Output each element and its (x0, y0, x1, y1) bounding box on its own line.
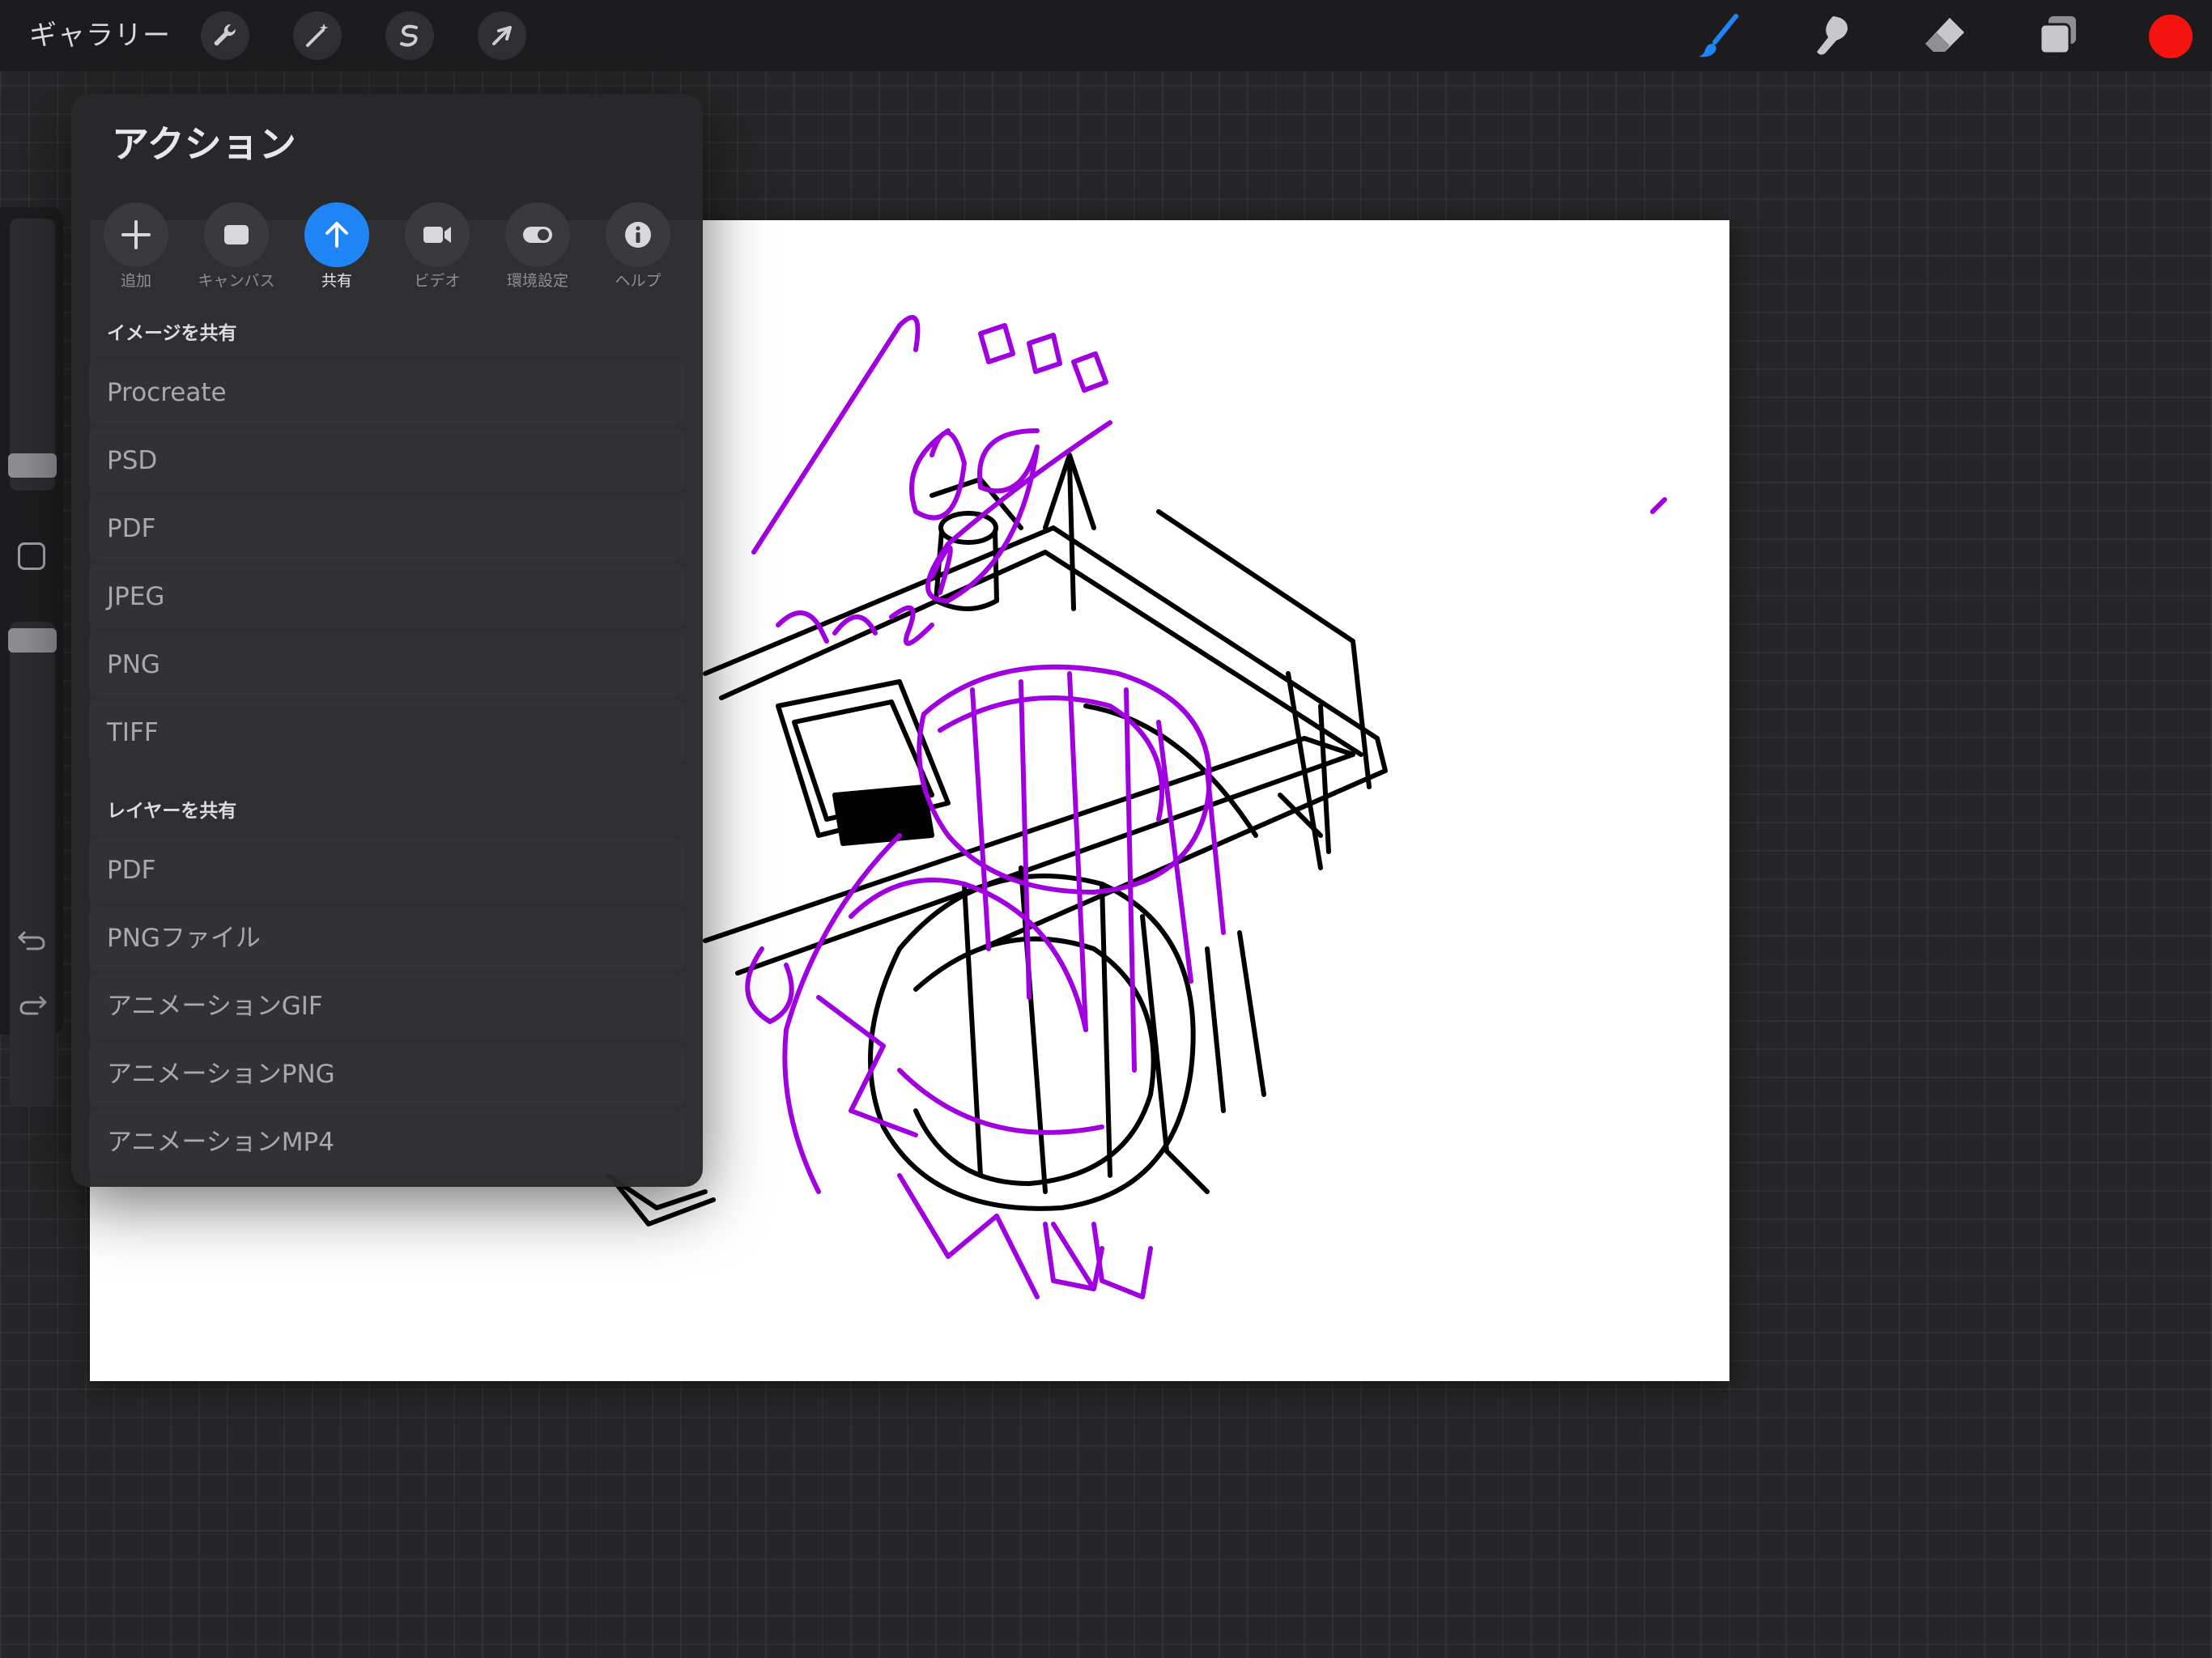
row-label: PDF (107, 514, 156, 543)
share-image-header: イメージを共有 (107, 323, 237, 344)
color-picker-button[interactable] (2149, 15, 2193, 58)
wrench-icon[interactable] (201, 11, 249, 60)
magic-wand-icon[interactable] (293, 11, 342, 60)
undo-icon[interactable] (16, 923, 49, 955)
row-label: JPEG (107, 582, 165, 611)
row-label: PNGファイル (107, 924, 261, 953)
share-layers-header: レイヤーを共有 (107, 801, 237, 822)
brush-size-slider-thumb[interactable] (8, 453, 57, 478)
plus-icon (121, 220, 151, 249)
eraser-icon[interactable] (1921, 11, 1969, 60)
top-toolbar: ギャラリー (0, 0, 2212, 71)
tab-label: 環境設定 (506, 272, 568, 290)
share-layers-png-files[interactable]: PNGファイル (89, 907, 685, 970)
brush-size-slider[interactable] (8, 219, 57, 491)
modify-button[interactable] (18, 542, 45, 570)
share-layers-animated-png[interactable]: アニメーションPNG (89, 1043, 685, 1106)
share-arrow-icon (325, 222, 348, 248)
info-icon (625, 222, 651, 248)
tab-share[interactable]: 共有 (292, 202, 381, 291)
panel-title: アクション (112, 122, 296, 166)
share-layers-pdf[interactable]: PDF (89, 839, 685, 902)
share-image-pdf[interactable]: PDF (89, 497, 685, 560)
brush-icon[interactable] (1695, 11, 1744, 60)
smudge-icon[interactable] (1807, 11, 1856, 60)
row-label: PSD (107, 446, 158, 475)
tab-label: ビデオ (414, 272, 461, 290)
row-label: PDF (107, 856, 156, 885)
row-label: アニメーションPNG (107, 1060, 335, 1089)
redo-icon[interactable] (16, 988, 49, 1020)
toggle-icon (523, 227, 552, 243)
share-layers-animated-gif[interactable]: アニメーションGIF (89, 975, 685, 1038)
row-label: Procreate (107, 378, 227, 407)
tab-label: 追加 (120, 272, 151, 290)
video-camera-icon (423, 227, 451, 243)
tab-preferences[interactable]: 環境設定 (493, 202, 582, 291)
share-image-jpeg[interactable]: JPEG (89, 565, 685, 628)
share-layers-animated-mp4[interactable]: アニメーションMP4 (89, 1111, 685, 1174)
share-image-png[interactable]: PNG (89, 633, 685, 696)
tab-add[interactable]: 追加 (91, 202, 181, 291)
actions-panel: アクション 追加 キャンバス 共有 ビデオ 環境設定 ヘルプ イメージを共有 P… (71, 94, 703, 1187)
row-label: アニメーションGIF (107, 992, 323, 1021)
share-image-tiff[interactable]: TIFF (89, 701, 685, 764)
brush-opacity-slider[interactable] (8, 622, 57, 1106)
tab-label: 共有 (321, 272, 352, 290)
gallery-button[interactable]: ギャラリー (29, 15, 171, 57)
left-sidebar (0, 207, 63, 1106)
transform-arrow-icon[interactable] (478, 11, 526, 60)
selection-icon[interactable] (385, 11, 434, 60)
tab-video[interactable]: ビデオ (393, 202, 482, 291)
tab-label: キャンバス (198, 272, 275, 290)
tab-label: ヘルプ (615, 272, 661, 290)
canvas-icon (224, 225, 249, 244)
tab-canvas[interactable]: キャンバス (192, 202, 281, 291)
row-label: PNG (107, 650, 160, 679)
layers-icon[interactable] (2034, 11, 2082, 60)
share-image-psd[interactable]: PSD (89, 429, 685, 492)
tab-help[interactable]: ヘルプ (593, 202, 683, 291)
share-image-procreate[interactable]: Procreate (89, 361, 685, 424)
row-label: アニメーションMP4 (107, 1128, 334, 1157)
brush-opacity-slider-thumb[interactable] (8, 628, 57, 653)
row-label: TIFF (107, 718, 159, 747)
